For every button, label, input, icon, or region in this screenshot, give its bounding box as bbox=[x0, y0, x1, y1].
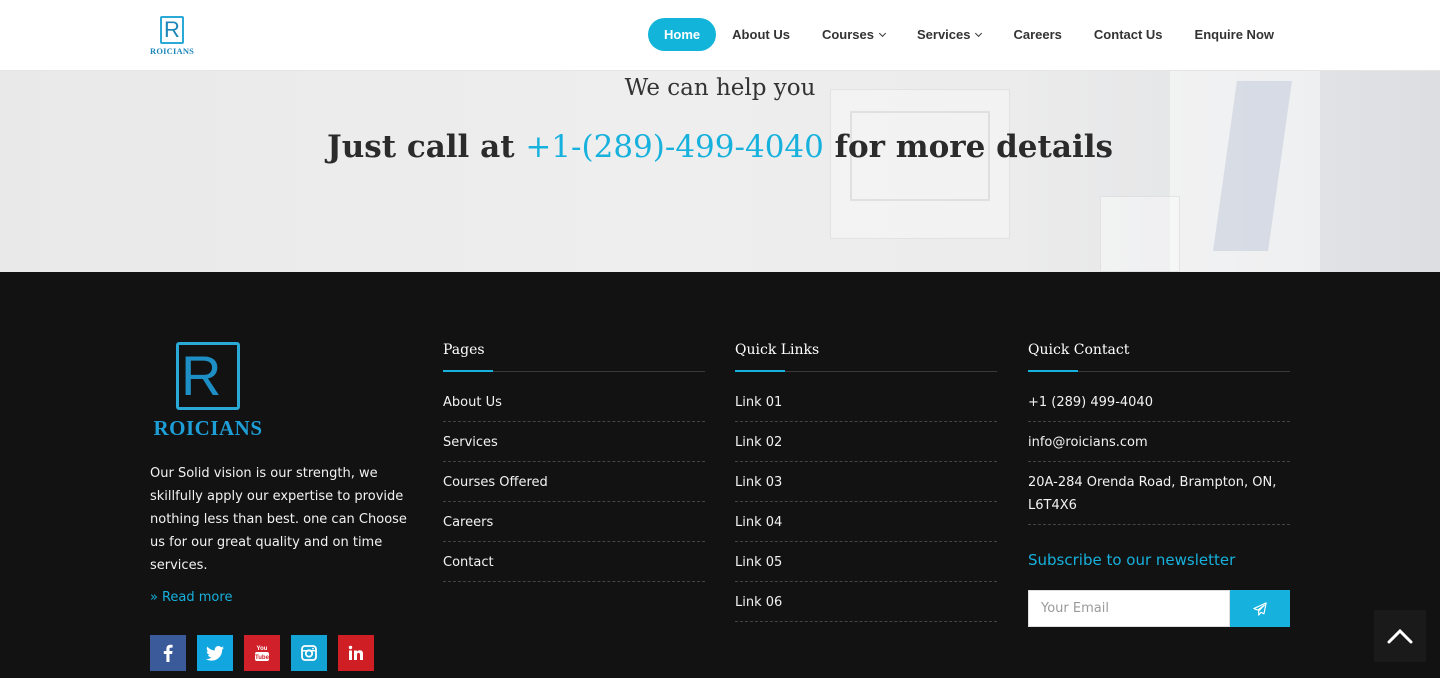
footer-logo[interactable]: R ROICIANS bbox=[150, 342, 270, 444]
logo-wordmark: ROICIANS bbox=[153, 416, 263, 440]
background-card-shape bbox=[1100, 196, 1180, 272]
footer-link-careers[interactable]: Careers bbox=[443, 514, 705, 542]
call-to-action-banner: We can help you Just call at +1-(289)-49… bbox=[0, 71, 1440, 272]
nav-about-us-label: About Us bbox=[732, 27, 790, 42]
footer-quick-contact-column: Quick Contact +1 (289) 499-4040 info@roi… bbox=[1028, 342, 1290, 537]
footer-about-text: Our Solid vision is our strength, we ski… bbox=[150, 466, 407, 573]
footer-quick-links-column: Quick Links Link 01 Link 02 Link 03 Link… bbox=[735, 342, 997, 634]
cta-title-prefix: Just call at bbox=[327, 129, 515, 165]
twitter-icon[interactable] bbox=[197, 635, 233, 671]
double-chevron-right-icon: » bbox=[150, 590, 158, 605]
contact-email[interactable]: info@roicians.com bbox=[1028, 434, 1290, 462]
quick-link-02[interactable]: Link 02 bbox=[735, 434, 997, 462]
instagram-icon[interactable] bbox=[291, 635, 327, 671]
read-more-link[interactable]: » Read more bbox=[150, 590, 232, 605]
contact-address: 20A-284 Orenda Road, Brampton, ON, L6T4X… bbox=[1028, 471, 1290, 525]
site-footer: R ROICIANS Our Solid vision is our stren… bbox=[0, 272, 1440, 678]
nav-home[interactable]: Home bbox=[648, 18, 717, 51]
svg-text:Tube: Tube bbox=[255, 655, 270, 661]
nav-contact-us[interactable]: Contact Us bbox=[1078, 18, 1179, 51]
nav-courses-label: Courses bbox=[821, 27, 874, 42]
scroll-to-top-button[interactable] bbox=[1374, 610, 1426, 662]
footer-link-services[interactable]: Services bbox=[443, 434, 705, 462]
site-header: R ROICIANS Home About Us Courses Service… bbox=[0, 0, 1440, 71]
read-more-label: Read more bbox=[161, 590, 233, 605]
nav-careers-label: Careers bbox=[1013, 27, 1062, 42]
quick-link-03[interactable]: Link 03 bbox=[735, 474, 997, 502]
nav-home-label: Home bbox=[664, 27, 701, 42]
newsletter-form bbox=[1028, 590, 1290, 627]
linkedin-icon[interactable] bbox=[338, 635, 374, 671]
cta-subtitle: We can help you bbox=[624, 75, 816, 101]
nav-enquire-now[interactable]: Enquire Now bbox=[1179, 18, 1290, 51]
chevron-down-icon bbox=[878, 29, 887, 37]
svg-text:You: You bbox=[257, 646, 268, 652]
cta-phone-link[interactable]: +1-(289)-499-4040 bbox=[525, 129, 824, 165]
nav-about-us[interactable]: About Us bbox=[716, 18, 806, 51]
newsletter-heading: Subscribe to our newsletter bbox=[1028, 551, 1236, 569]
cta-title-suffix: for more details bbox=[834, 129, 1113, 165]
chevron-up-icon bbox=[1387, 628, 1413, 644]
youtube-icon[interactable]: You Tube bbox=[244, 635, 280, 671]
nav-enquire-now-label: Enquire Now bbox=[1194, 27, 1274, 42]
header-logo[interactable]: R ROICIANS bbox=[150, 16, 194, 58]
quick-link-04[interactable]: Link 04 bbox=[735, 514, 997, 542]
chevron-down-icon bbox=[975, 29, 983, 37]
nav-careers[interactable]: Careers bbox=[997, 18, 1077, 51]
pages-heading: Pages bbox=[443, 342, 705, 372]
quick-contact-list: +1 (289) 499-4040 info@roicians.com 20A-… bbox=[1028, 394, 1290, 525]
footer-link-contact[interactable]: Contact bbox=[443, 554, 705, 582]
main-nav: Home About Us Courses Services Careers C… bbox=[648, 18, 1290, 51]
pages-list: About Us Services Courses Offered Career… bbox=[443, 394, 705, 582]
quick-link-06[interactable]: Link 06 bbox=[735, 594, 997, 622]
nav-contact-us-label: Contact Us bbox=[1093, 27, 1163, 42]
nav-services-label: Services bbox=[916, 27, 971, 42]
footer-pages-column: Pages About Us Services Courses Offered … bbox=[443, 342, 705, 594]
footer-link-courses-offered[interactable]: Courses Offered bbox=[443, 474, 705, 502]
quick-links-heading: Quick Links bbox=[735, 342, 997, 372]
newsletter-email-input[interactable] bbox=[1028, 590, 1230, 627]
footer-link-about-us[interactable]: About Us bbox=[443, 394, 705, 422]
facebook-icon[interactable] bbox=[150, 635, 186, 671]
logo-wordmark: ROICIANS bbox=[150, 46, 195, 56]
quick-link-05[interactable]: Link 05 bbox=[735, 554, 997, 582]
quick-link-01[interactable]: Link 01 bbox=[735, 394, 997, 422]
logo-letter: R bbox=[181, 344, 222, 407]
nav-courses[interactable]: Courses bbox=[806, 18, 901, 51]
nav-services[interactable]: Services bbox=[901, 18, 998, 51]
logo-letter: R bbox=[164, 17, 180, 42]
quick-links-list: Link 01 Link 02 Link 03 Link 04 Link 05 … bbox=[735, 394, 997, 622]
social-links: You Tube bbox=[150, 635, 374, 671]
quick-contact-heading: Quick Contact bbox=[1028, 342, 1290, 372]
cta-title: Just call at +1-(289)-499-4040 for more … bbox=[0, 129, 1440, 165]
newsletter-submit-button[interactable] bbox=[1230, 590, 1290, 627]
paper-plane-icon bbox=[1253, 601, 1267, 616]
contact-phone[interactable]: +1 (289) 499-4040 bbox=[1028, 394, 1290, 422]
